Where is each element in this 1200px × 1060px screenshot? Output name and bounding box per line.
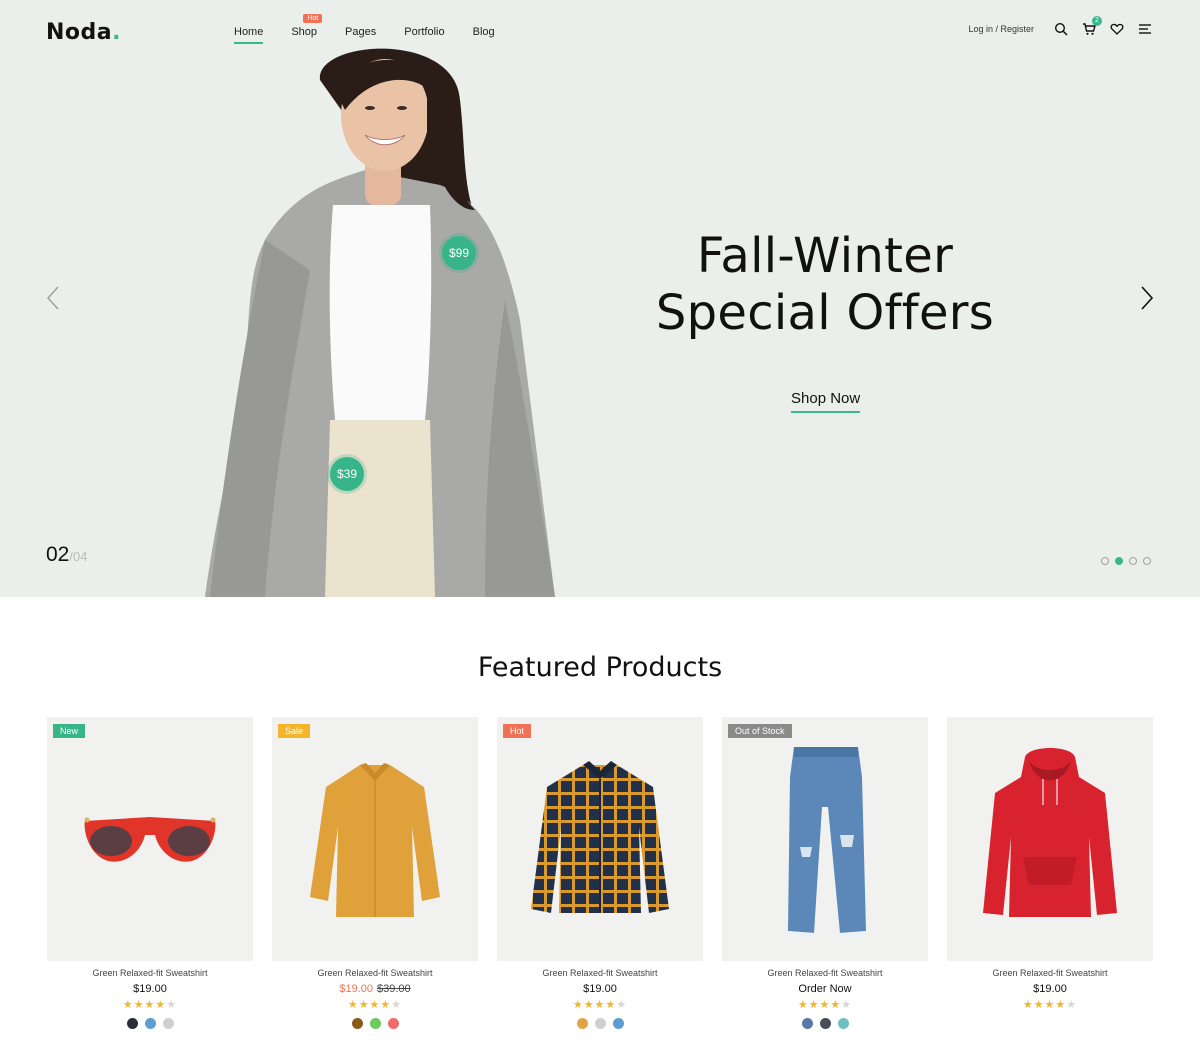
product-card: New Green Relaxed-fit Sweatshirt $19.00 … — [47, 717, 253, 1029]
hero-title: Fall-Winter Special Offers — [655, 228, 995, 341]
color-swatch[interactable] — [387, 1018, 399, 1029]
next-slide-arrow[interactable] — [1137, 285, 1157, 311]
product-name[interactable]: Green Relaxed-fit Sweatshirt — [272, 968, 478, 978]
color-swatches — [272, 1018, 478, 1029]
color-swatches — [47, 1018, 253, 1029]
product-price: $19.00 $39.00 — [339, 983, 411, 995]
product-name[interactable]: Green Relaxed-fit Sweatshirt — [47, 968, 253, 978]
product-image-hoodie[interactable] — [947, 717, 1153, 961]
product-name[interactable]: Green Relaxed-fit Sweatshirt — [722, 968, 928, 978]
color-swatch[interactable] — [819, 1018, 831, 1029]
logo[interactable]: Noda. — [46, 20, 121, 45]
product-price: $19.00 — [1033, 983, 1067, 995]
color-swatch[interactable] — [612, 1018, 624, 1029]
rating-stars: ★★★★★ — [572, 999, 628, 1011]
featured-title: Featured Products — [477, 652, 723, 683]
hot-badge: Hot — [303, 14, 323, 23]
slider-dots — [1101, 557, 1151, 565]
product-image-blouse[interactable]: Sale — [272, 717, 478, 961]
login-register-link[interactable]: Log in / Register — [968, 24, 1034, 34]
color-swatch[interactable] — [162, 1018, 174, 1029]
product-card: Sale Green Relaxed-fit Sweatshirt $19.00… — [272, 717, 478, 1029]
color-swatches — [497, 1018, 703, 1029]
color-swatches — [722, 1018, 928, 1029]
rating-stars: ★★★★★ — [1022, 999, 1078, 1011]
product-name[interactable]: Green Relaxed-fit Sweatshirt — [497, 968, 703, 978]
nav-shop[interactable]: Hot Shop — [291, 14, 323, 38]
slider-dot-1[interactable] — [1101, 557, 1109, 565]
product-card: Out of Stock Green Relaxed-fit Sweatshir… — [722, 717, 928, 1029]
product-image-plaid-shirt[interactable]: Hot — [497, 717, 703, 961]
menu-icon[interactable] — [1138, 22, 1152, 36]
search-icon[interactable] — [1054, 22, 1068, 36]
product-image-jeans[interactable]: Out of Stock — [722, 717, 928, 961]
color-swatch[interactable] — [126, 1018, 138, 1029]
site-header: Noda. Home Hot Shop Pages Portfolio Blog… — [0, 0, 1200, 64]
product-card: Green Relaxed-fit Sweatshirt $19.00 ★★★★… — [947, 717, 1153, 1029]
cart-count-badge: 2 — [1092, 16, 1102, 26]
nav-blog[interactable]: Blog — [473, 26, 495, 38]
slider-dot-2[interactable] — [1115, 557, 1123, 565]
slider-dot-3[interactable] — [1129, 557, 1137, 565]
main-nav: Home Hot Shop Pages Portfolio Blog — [234, 14, 523, 44]
color-swatch[interactable] — [837, 1018, 849, 1029]
price-tag-cardigan[interactable]: $99 — [442, 236, 476, 270]
price-tag-pants[interactable]: $39 — [330, 457, 364, 491]
color-swatch[interactable] — [144, 1018, 156, 1029]
product-price: $19.00 — [133, 983, 167, 995]
nav-portfolio[interactable]: Portfolio — [404, 26, 444, 38]
hero-model-image — [205, 40, 560, 597]
prev-slide-arrow[interactable] — [44, 285, 64, 311]
rating-stars: ★★★★★ — [797, 999, 853, 1011]
slider-dot-4[interactable] — [1143, 557, 1151, 565]
rating-stars: ★★★★★ — [122, 999, 178, 1011]
product-name[interactable]: Green Relaxed-fit Sweatshirt — [947, 968, 1153, 978]
heart-icon[interactable] — [1110, 22, 1124, 36]
shop-now-button[interactable]: Shop Now — [791, 390, 861, 413]
rating-stars: ★★★★★ — [347, 999, 403, 1011]
product-price: $19.00 — [583, 983, 617, 995]
product-image-sunglasses[interactable]: New — [47, 717, 253, 961]
hot-badge: Hot — [503, 724, 532, 738]
product-grid: New Green Relaxed-fit Sweatshirt $19.00 … — [47, 717, 1153, 1029]
hero-slider: Noda. Home Hot Shop Pages Portfolio Blog… — [0, 0, 1200, 597]
slide-counter: 02/04 — [46, 543, 88, 566]
sale-badge: Sale — [278, 724, 311, 738]
color-swatch[interactable] — [594, 1018, 606, 1029]
color-swatch[interactable] — [801, 1018, 813, 1029]
new-badge: New — [53, 724, 86, 738]
out-of-stock-badge: Out of Stock — [728, 724, 792, 738]
nav-pages[interactable]: Pages — [345, 26, 376, 38]
order-now-link[interactable]: Order Now — [722, 983, 928, 995]
color-swatch[interactable] — [576, 1018, 588, 1029]
product-card: Hot Green Relaxed-fit Sweatshirt $19.00 … — [497, 717, 703, 1029]
header-actions: Log in / Register 2 — [968, 16, 1152, 36]
color-swatch[interactable] — [369, 1018, 381, 1029]
cart-icon[interactable]: 2 — [1082, 16, 1102, 36]
color-swatch[interactable] — [351, 1018, 363, 1029]
nav-home[interactable]: Home — [234, 26, 264, 44]
